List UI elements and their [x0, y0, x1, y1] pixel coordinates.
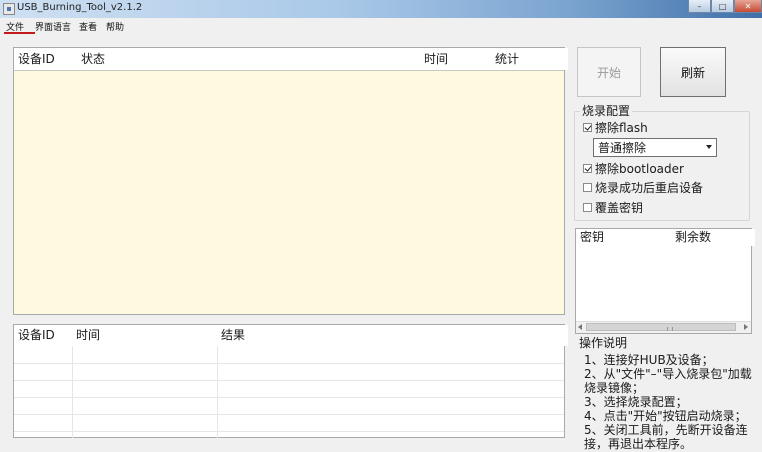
erase-flash-label: 擦除flash: [595, 120, 648, 135]
column-header-device-id[interactable]: 设备ID: [14, 48, 82, 70]
menu-help[interactable]: 帮助: [106, 20, 124, 33]
app-icon: [3, 3, 15, 15]
refresh-button[interactable]: 刷新: [660, 47, 726, 97]
column-header-key[interactable]: 密钥: [576, 229, 676, 246]
menu-view[interactable]: 查看: [79, 20, 97, 33]
reboot-after-label: 烧录成功后重启设备: [595, 180, 704, 195]
menu-bar: 文件 界面语言 查看 帮助: [0, 18, 762, 33]
device-table-header: 设备ID 状态 时间 统计: [14, 48, 568, 71]
column-header-time[interactable]: 时间: [72, 325, 222, 346]
checkbox-unchecked-icon: [583, 182, 592, 192]
column-header-result[interactable]: 结果: [217, 325, 568, 346]
scroll-left-icon[interactable]: [578, 324, 582, 330]
device-table[interactable]: 设备ID 状态 时间 统计: [13, 47, 568, 315]
overwrite-key-label: 覆盖密钥: [595, 200, 644, 215]
grid-line: [14, 414, 564, 415]
erase-bootloader-checkbox[interactable]: 擦除bootloader: [583, 160, 684, 176]
result-table[interactable]: 设备ID 时间 结果: [13, 324, 568, 438]
erase-mode-select[interactable]: 普通擦除: [593, 138, 717, 157]
maximize-button[interactable]: □: [711, 0, 734, 13]
grid-line: [14, 363, 564, 364]
chevron-down-icon: [706, 145, 712, 149]
instructions-title: 操作说明: [579, 336, 628, 350]
reboot-after-checkbox[interactable]: 烧录成功后重启设备: [583, 179, 703, 195]
horizontal-scrollbar[interactable]: [576, 321, 751, 333]
grid-line: [217, 346, 218, 438]
grid-line: [14, 380, 564, 381]
scrollbar-thumb[interactable]: [586, 323, 736, 331]
column-header-remaining[interactable]: 剩余数: [671, 229, 755, 246]
checkbox-checked-icon: [583, 122, 592, 132]
grid-line: [14, 431, 564, 432]
checkbox-checked-icon: [583, 163, 592, 173]
key-table-header: 密钥 剩余数: [576, 229, 755, 246]
column-header-device-id[interactable]: 设备ID: [14, 325, 77, 346]
start-button[interactable]: 开始: [577, 47, 641, 97]
erase-mode-value: 普通擦除: [598, 141, 647, 155]
window-title: USB_Burning_Tool_v2.1.2: [17, 2, 143, 13]
result-table-header: 设备ID 时间 结果: [14, 325, 568, 346]
close-button[interactable]: ✕: [734, 0, 762, 13]
erase-flash-checkbox[interactable]: 擦除flash: [583, 119, 648, 135]
column-header-stats[interactable]: 统计: [491, 48, 568, 70]
checkbox-unchecked-icon: [583, 202, 592, 212]
overwrite-key-checkbox[interactable]: 覆盖密钥: [583, 199, 643, 215]
grip-icon: [667, 327, 673, 331]
column-header-time[interactable]: 时间: [420, 48, 496, 70]
scroll-right-icon[interactable]: [744, 324, 748, 330]
burn-config-title: 烧录配置: [580, 102, 633, 119]
menu-file-underline: [4, 32, 35, 34]
grid-line: [72, 346, 73, 438]
key-table[interactable]: 密钥 剩余数: [575, 228, 755, 334]
grid-line: [14, 397, 564, 398]
column-header-status[interactable]: 状态: [77, 48, 425, 70]
menu-language[interactable]: 界面语言: [35, 20, 71, 33]
minimize-button[interactable]: –: [688, 0, 711, 13]
erase-bootloader-label: 擦除bootloader: [595, 161, 684, 176]
